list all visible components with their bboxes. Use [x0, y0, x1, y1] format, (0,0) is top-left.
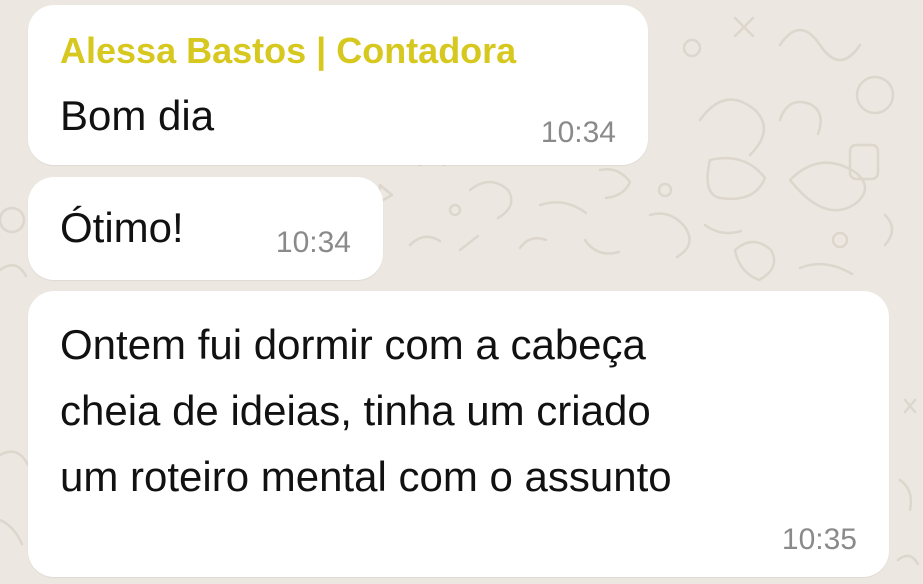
- message-text-line: cheia de ideias, tinha um criado: [60, 387, 651, 434]
- message-bubble-incoming[interactable]: Alessa Bastos | Contadora Bom dia 10:34: [28, 5, 648, 165]
- message-text: Ótimo!: [60, 204, 184, 251]
- message-text: Bom dia: [60, 92, 215, 139]
- sender-name[interactable]: Alessa Bastos | Contadora: [60, 27, 516, 75]
- message-timestamp: 10:34: [275, 226, 351, 259]
- message-text-block: Ontem fui dormir com a cabeça cheia de i…: [60, 312, 860, 510]
- message-bubble-incoming[interactable]: Ontem fui dormir com a cabeça cheia de i…: [28, 291, 889, 577]
- message-text-line: Ontem fui dormir com a cabeça: [60, 321, 646, 368]
- message-timestamp: 10:34: [540, 116, 616, 149]
- message-bubble-incoming[interactable]: Ótimo! 10:34: [28, 177, 383, 280]
- message-text-line: um roteiro mental com o assunto: [60, 453, 672, 500]
- message-timestamp: 10:35: [781, 523, 857, 556]
